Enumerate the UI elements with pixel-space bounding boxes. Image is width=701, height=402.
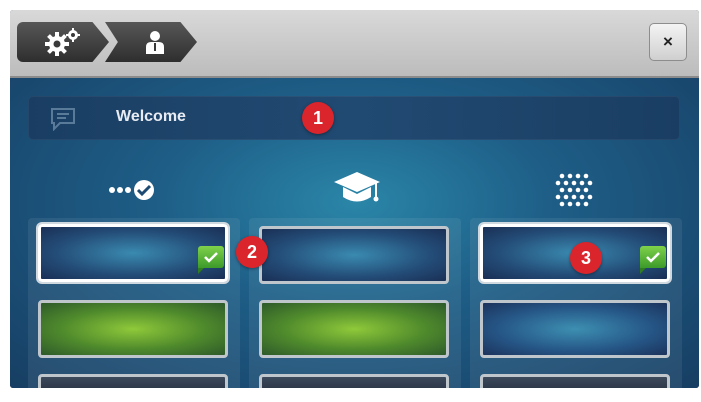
annotation-badge-1: 1 [302, 102, 334, 134]
top-bar: × [10, 10, 699, 78]
breadcrumb-settings[interactable] [17, 22, 109, 62]
tile-2-1[interactable] [259, 226, 449, 284]
dialog-window: × Welcome [10, 10, 699, 388]
breadcrumb-user[interactable] [105, 22, 197, 62]
close-button[interactable]: × [649, 23, 687, 61]
annotation-badge-2: 2 [236, 236, 268, 268]
breadcrumb [17, 22, 197, 62]
dots-check-icon[interactable] [108, 178, 160, 202]
annotation-badge-3: 3 [570, 242, 602, 274]
tile-2-2[interactable] [259, 300, 449, 358]
tile-1-2[interactable] [38, 300, 228, 358]
tile-3-3[interactable] [480, 374, 670, 388]
main-panel: Welcome [10, 78, 699, 388]
column-1 [28, 218, 240, 388]
column-3 [470, 218, 682, 388]
column-2 [249, 218, 461, 388]
check-icon [640, 246, 666, 274]
welcome-text: Welcome [116, 108, 186, 125]
close-icon: × [663, 32, 673, 51]
message-icon [51, 108, 75, 131]
tile-3-2[interactable] [480, 300, 670, 358]
tile-2-3[interactable] [259, 374, 449, 388]
gears-icon [45, 28, 80, 56]
user-icon [146, 31, 164, 54]
tile-1-3[interactable] [38, 374, 228, 388]
dot-grid-icon[interactable] [554, 172, 594, 208]
graduation-cap-icon[interactable] [332, 168, 382, 208]
check-icon [198, 246, 224, 274]
welcome-bar: Welcome [28, 96, 680, 140]
